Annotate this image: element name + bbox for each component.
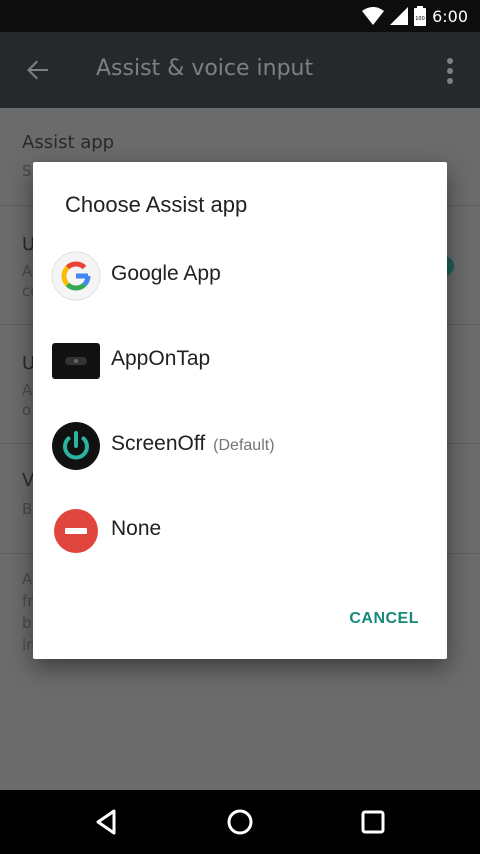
option-screenoff[interactable]: ScreenOff (Default) (33, 403, 447, 489)
option-label: Google App (111, 262, 221, 285)
pref-subtitle: S (22, 162, 32, 180)
back-nav-button[interactable] (88, 804, 124, 840)
status-bar: 100 6:00 (0, 0, 480, 32)
option-label: None (111, 517, 162, 540)
pref-subtitle: A (22, 381, 33, 399)
dialog-title: Choose Assist app (65, 192, 248, 217)
option-google-app[interactable]: Google App (33, 233, 447, 319)
minus-circle-icon (51, 506, 101, 556)
default-hint: (Default) (213, 437, 275, 454)
power-icon (51, 421, 101, 471)
cancel-button[interactable]: CANCEL (349, 610, 419, 628)
footer-text: b (22, 614, 32, 632)
recents-nav-button[interactable] (355, 804, 391, 840)
footer-text: A (22, 570, 33, 588)
svg-text:100: 100 (415, 16, 425, 22)
app-bar: Assist & voice input (0, 32, 480, 108)
page-title: Assist & voice input (96, 56, 314, 81)
navigation-bar (0, 790, 480, 854)
pref-title: Assist app (22, 132, 115, 153)
status-time: 6:00 (432, 6, 468, 26)
circle-home-icon (227, 809, 253, 835)
option-label: ScreenOff (Default) (111, 432, 275, 455)
option-appontap[interactable]: AppOnTap (33, 318, 447, 404)
pref-subtitle: o (22, 401, 32, 419)
triangle-back-icon (96, 809, 116, 835)
appontap-icon (51, 336, 101, 386)
square-recents-icon (361, 810, 385, 834)
choose-assist-app-dialog: Choose Assist app Google App AppOnTap Sc… (33, 162, 447, 659)
option-label: AppOnTap (111, 347, 211, 370)
footer-text: fr (22, 592, 34, 610)
back-button[interactable] (20, 52, 56, 88)
wifi-icon (362, 7, 385, 25)
battery-icon: 100 (414, 6, 427, 26)
arrow-back-icon (27, 60, 48, 80)
overflow-menu-button[interactable] (438, 54, 462, 88)
option-none[interactable]: None (33, 488, 447, 574)
pref-subtitle: B (22, 500, 33, 518)
google-g-icon (51, 251, 101, 301)
pref-subtitle: A (22, 262, 33, 280)
cell-signal-icon (390, 7, 409, 25)
home-nav-button[interactable] (222, 804, 258, 840)
more-vert-icon (447, 58, 453, 84)
